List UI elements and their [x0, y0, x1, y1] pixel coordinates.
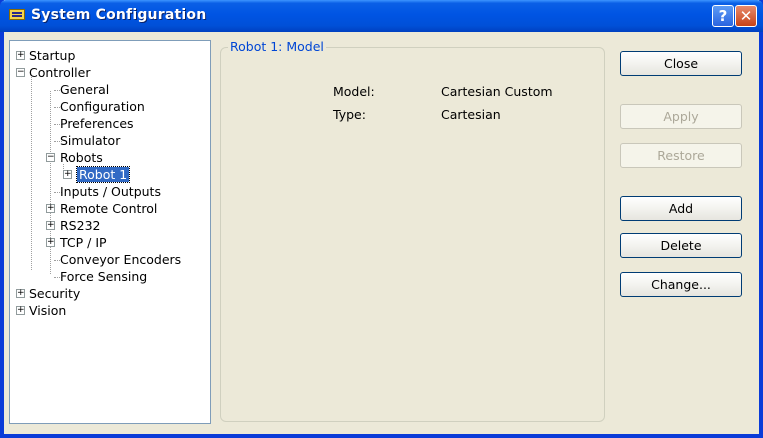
tree-item-label: TCP / IP: [60, 235, 107, 250]
add-button[interactable]: Add: [620, 196, 742, 221]
model-label: Model:: [333, 84, 375, 99]
expand-icon[interactable]: +: [16, 289, 25, 298]
group-title: Robot 1: Model: [228, 39, 326, 54]
apply-button[interactable]: Apply: [620, 104, 742, 129]
expand-icon[interactable]: +: [46, 204, 55, 213]
title-bar[interactable]: System Configuration ? ✕: [0, 0, 763, 32]
model-value: Cartesian Custom: [441, 84, 553, 99]
tree-item-robot-1[interactable]: + Robot 1: [63, 166, 131, 183]
tree-item-label: Preferences: [60, 116, 134, 131]
tree-item-label: Remote Control: [60, 201, 158, 216]
tree-item-vision[interactable]: + Vision: [16, 302, 66, 319]
tree-item-robots[interactable]: − Robots: [46, 149, 103, 166]
delete-button[interactable]: Delete: [620, 233, 742, 258]
tree-item-rs232[interactable]: + RS232: [46, 217, 100, 234]
tree-item-inputs-outputs[interactable]: Inputs / Outputs: [60, 183, 161, 200]
tree-item-label: Startup: [29, 48, 76, 63]
robot-model-group: [220, 47, 605, 422]
tree-item-label: Security: [29, 286, 81, 301]
tree-item-label: General: [60, 82, 110, 97]
tree-item-conveyor-encoders[interactable]: Conveyor Encoders: [60, 251, 181, 268]
help-button[interactable]: ?: [712, 5, 734, 27]
type-value: Cartesian: [441, 107, 501, 122]
change-button[interactable]: Change...: [620, 272, 742, 297]
tree-item-general[interactable]: General: [60, 81, 109, 98]
collapse-icon[interactable]: −: [46, 153, 55, 162]
tree-item-label: Configuration: [60, 99, 145, 114]
close-button[interactable]: Close: [620, 51, 742, 76]
tree-item-security[interactable]: + Security: [16, 285, 80, 302]
window-title: System Configuration: [31, 7, 207, 23]
help-icon: ?: [718, 7, 728, 25]
restore-button[interactable]: Restore: [620, 143, 742, 168]
close-window-button[interactable]: ✕: [735, 5, 757, 27]
tree-item-force-sensing[interactable]: Force Sensing: [60, 268, 147, 285]
tree-item-label: Inputs / Outputs: [60, 184, 161, 199]
tree-item-label: Controller: [29, 65, 91, 80]
tree-item-remote-control[interactable]: + Remote Control: [46, 200, 157, 217]
tree-item-label: Simulator: [60, 133, 121, 148]
tree-item-preferences[interactable]: Preferences: [60, 115, 134, 132]
expand-icon[interactable]: +: [46, 238, 55, 247]
expand-icon[interactable]: +: [16, 306, 25, 315]
tree-item-configuration[interactable]: Configuration: [60, 98, 145, 115]
app-icon: [9, 9, 25, 20]
tree-item-label: RS232: [60, 218, 101, 233]
expand-icon[interactable]: +: [16, 51, 25, 60]
expand-icon[interactable]: +: [46, 221, 55, 230]
tree-item-label: Robots: [60, 150, 103, 165]
tree-item-startup[interactable]: + Startup: [16, 47, 75, 64]
tree-item-label: Robot 1: [75, 166, 131, 183]
tree-item-simulator[interactable]: Simulator: [60, 132, 120, 149]
tree-connector: [31, 75, 32, 270]
configuration-tree[interactable]: + Startup − Controller General Configura…: [9, 40, 211, 424]
tree-item-tcp-ip[interactable]: + TCP / IP: [46, 234, 107, 251]
expand-icon[interactable]: +: [63, 170, 72, 179]
close-icon: ✕: [739, 7, 753, 25]
type-label: Type:: [333, 107, 366, 122]
tree-item-label: Conveyor Encoders: [60, 252, 182, 267]
tree-item-label: Vision: [29, 303, 67, 318]
collapse-icon[interactable]: −: [16, 68, 25, 77]
tree-item-controller[interactable]: − Controller: [16, 64, 91, 81]
tree-item-label: Force Sensing: [60, 269, 148, 284]
